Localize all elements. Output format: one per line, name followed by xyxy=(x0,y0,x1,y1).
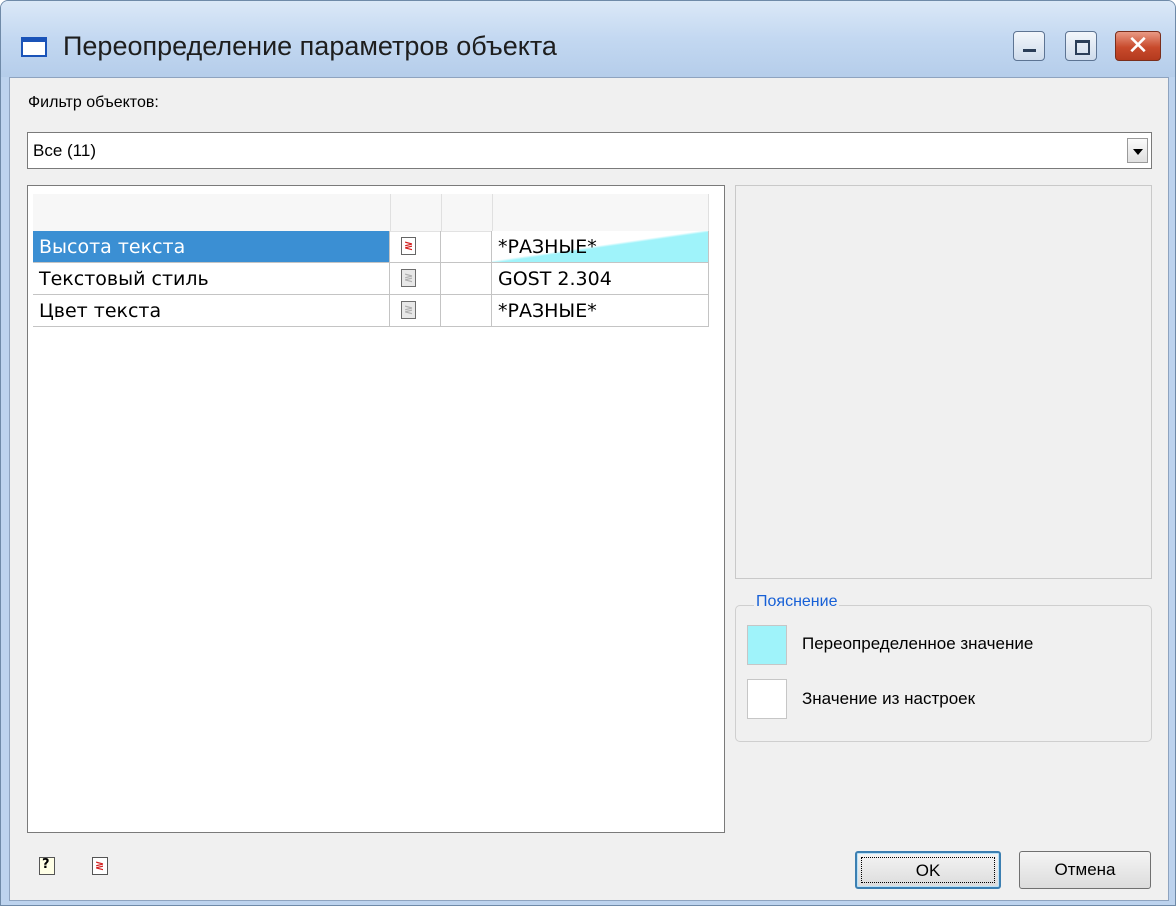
grid-header-divider[interactable] xyxy=(492,194,493,231)
settings-value-label: Значение из настроек xyxy=(802,689,976,708)
grid-header-divider[interactable] xyxy=(390,194,391,231)
row-reset-cell[interactable]: ≷ xyxy=(390,295,441,327)
overridden-value-label: Переопределенное значение xyxy=(802,634,1034,653)
properties-grid[interactable]: Высота текста ≷ *РАЗНЫЕ* Текстовый стиль… xyxy=(27,185,725,833)
reset-to-default-icon[interactable]: ≷ xyxy=(401,301,416,319)
grid-header-divider[interactable] xyxy=(441,194,442,231)
row-name: Цвет текста xyxy=(39,300,162,322)
dialog-body: Фильтр объектов: Все (11) Высота текста … xyxy=(9,77,1169,901)
maximize-button[interactable] xyxy=(1065,31,1097,61)
row-value-cell[interactable]: GOST 2.304 xyxy=(492,263,709,295)
filter-label: Фильтр объектов: xyxy=(28,94,159,111)
reset-to-default-icon[interactable]: ≷ xyxy=(401,237,416,255)
maximize-icon xyxy=(1075,40,1090,55)
title-bar[interactable]: Переопределение параметров объекта ✕ xyxy=(1,1,1175,77)
grid-row[interactable]: Текстовый стиль ≷ GOST 2.304 xyxy=(33,263,709,295)
grid-row[interactable]: Высота текста ≷ *РАЗНЫЕ* xyxy=(33,231,709,263)
close-button[interactable]: ✕ xyxy=(1115,31,1161,61)
focus-rectangle xyxy=(861,857,995,883)
row-value: GOST 2.304 xyxy=(498,268,612,290)
row-name: Высота текста xyxy=(39,236,186,258)
row-reset-cell[interactable]: ≷ xyxy=(390,231,441,263)
grid-header-divider[interactable] xyxy=(708,194,709,231)
row-value: *РАЗНЫЕ* xyxy=(498,300,597,322)
chevron-down-icon xyxy=(1133,149,1143,155)
minimize-icon xyxy=(1023,49,1036,52)
row-blank-cell xyxy=(441,231,492,263)
refresh-icon[interactable]: ≷ xyxy=(92,857,108,875)
row-name-cell[interactable]: Высота текста xyxy=(33,231,390,263)
row-value-cell[interactable]: *РАЗНЫЕ* xyxy=(492,231,709,263)
row-name-cell[interactable]: Цвет текста xyxy=(33,295,390,327)
window-icon xyxy=(21,37,47,57)
legend-title: Пояснение xyxy=(754,593,840,611)
dropdown-button[interactable] xyxy=(1127,138,1148,163)
grid-header xyxy=(33,194,709,232)
grid-row[interactable]: Цвет текста ≷ *РАЗНЫЕ* xyxy=(33,295,709,327)
row-value: *РАЗНЫЕ* xyxy=(498,236,597,258)
row-name-cell[interactable]: Текстовый стиль xyxy=(33,263,390,295)
cancel-button[interactable]: Отмена xyxy=(1019,851,1151,889)
settings-value-swatch xyxy=(747,679,787,719)
dialog-window: Переопределение параметров объекта ✕ Фил… xyxy=(0,0,1176,906)
row-reset-cell[interactable]: ≷ xyxy=(390,263,441,295)
object-filter-dropdown[interactable]: Все (11) xyxy=(27,132,1152,169)
ok-button[interactable]: OK xyxy=(855,851,1001,889)
minimize-button[interactable] xyxy=(1013,31,1045,61)
close-icon: ✕ xyxy=(1127,31,1149,61)
preview-panel xyxy=(735,185,1152,579)
row-value-cell[interactable]: *РАЗНЫЕ* xyxy=(492,295,709,327)
window-title: Переопределение параметров объекта xyxy=(63,31,557,61)
reset-to-default-icon[interactable]: ≷ xyxy=(401,269,416,287)
legend-group xyxy=(735,605,1152,742)
help-icon[interactable]: ? xyxy=(39,857,55,875)
row-name: Текстовый стиль xyxy=(39,268,209,290)
row-blank-cell xyxy=(441,263,492,295)
row-blank-cell xyxy=(441,295,492,327)
filter-selected-value: Все (11) xyxy=(33,141,96,160)
overridden-value-swatch xyxy=(747,625,787,665)
